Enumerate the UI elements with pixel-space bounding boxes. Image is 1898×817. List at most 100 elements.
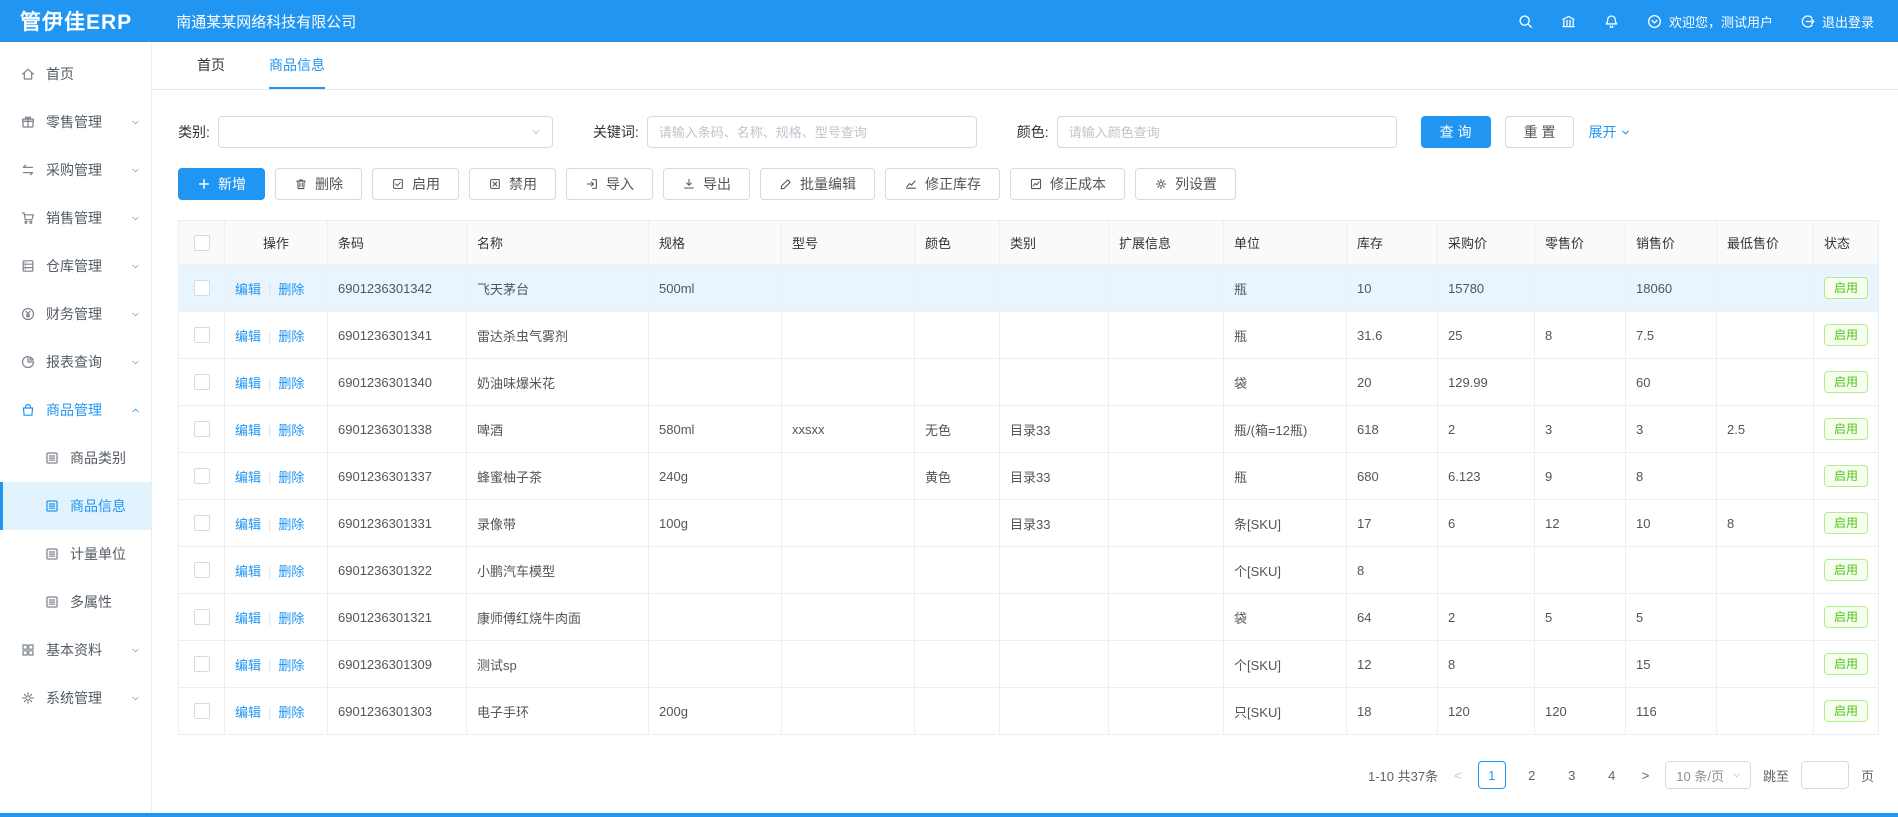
- reset-button[interactable]: 重 置: [1505, 116, 1575, 148]
- cell-stock: 12: [1347, 641, 1438, 688]
- color-input[interactable]: [1058, 117, 1396, 147]
- delete-link[interactable]: 删除: [278, 282, 304, 297]
- toolbar-button-导入[interactable]: 导入: [566, 168, 653, 200]
- sidebar-item-仓库管理[interactable]: 仓库管理: [0, 242, 151, 290]
- page-button-2[interactable]: 2: [1518, 761, 1546, 789]
- search-button[interactable]: 查 询: [1421, 116, 1491, 148]
- tab-首页[interactable]: 首页: [197, 42, 225, 89]
- logout-button[interactable]: 退出登录: [1799, 12, 1874, 31]
- sidebar-item-财务管理[interactable]: 财务管理: [0, 290, 151, 338]
- sidebar-item-多属性[interactable]: 多属性: [0, 578, 151, 626]
- status-badge[interactable]: 启用: [1824, 277, 1868, 299]
- row-checkbox[interactable]: [194, 515, 210, 531]
- sidebar-item-首页[interactable]: 首页: [0, 50, 151, 98]
- status-badge[interactable]: 启用: [1824, 559, 1868, 581]
- tab-商品信息[interactable]: 商品信息: [269, 42, 325, 89]
- toolbar-button-修正成本[interactable]: 修正成本: [1010, 168, 1125, 200]
- delete-link[interactable]: 删除: [278, 517, 304, 532]
- next-page-button[interactable]: >: [1638, 768, 1654, 783]
- toolbar-button-禁用[interactable]: 禁用: [469, 168, 556, 200]
- row-checkbox[interactable]: [194, 562, 210, 578]
- select-all-checkbox[interactable]: [194, 235, 210, 251]
- row-checkbox[interactable]: [194, 703, 210, 719]
- action-separator: |: [268, 282, 271, 297]
- page-button-1[interactable]: 1: [1478, 761, 1506, 789]
- toolbar-button-批量编辑[interactable]: 批量编辑: [760, 168, 875, 200]
- status-badge[interactable]: 启用: [1824, 465, 1868, 487]
- edit-link[interactable]: 编辑: [235, 376, 261, 391]
- edit-link[interactable]: 编辑: [235, 705, 261, 720]
- jump-to-input[interactable]: [1801, 761, 1849, 789]
- delete-link[interactable]: 删除: [278, 423, 304, 438]
- row-checkbox[interactable]: [194, 421, 210, 437]
- page-button-3[interactable]: 3: [1558, 761, 1586, 789]
- edit-link[interactable]: 编辑: [235, 282, 261, 297]
- page-button-4[interactable]: 4: [1598, 761, 1626, 789]
- delete-link[interactable]: 删除: [278, 564, 304, 579]
- delete-link[interactable]: 删除: [278, 611, 304, 626]
- edit-link[interactable]: 编辑: [235, 564, 261, 579]
- keyword-input[interactable]: [648, 117, 976, 147]
- sidebar-item-计量单位[interactable]: 计量单位: [0, 530, 151, 578]
- status-badge[interactable]: 启用: [1824, 606, 1868, 628]
- bank-icon[interactable]: [1560, 13, 1577, 30]
- edit-link[interactable]: 编辑: [235, 423, 261, 438]
- delete-link[interactable]: 删除: [278, 658, 304, 673]
- row-checkbox[interactable]: [194, 280, 210, 296]
- status-badge[interactable]: 启用: [1824, 418, 1868, 440]
- action-separator: |: [268, 329, 271, 344]
- expand-link[interactable]: 展开: [1588, 122, 1631, 142]
- edit-link[interactable]: 编辑: [235, 611, 261, 626]
- toolbar: 新增删除启用禁用导入导出批量编辑修正库存修正成本列设置: [178, 168, 1878, 200]
- edit-link[interactable]: 编辑: [235, 470, 261, 485]
- sidebar-item-采购管理[interactable]: 采购管理: [0, 146, 151, 194]
- toolbar-button-修正库存[interactable]: 修正库存: [885, 168, 1000, 200]
- sidebar-item-零售管理[interactable]: 零售管理: [0, 98, 151, 146]
- search-icon[interactable]: [1517, 13, 1534, 30]
- row-checkbox[interactable]: [194, 327, 210, 343]
- sidebar-item-商品类别[interactable]: 商品类别: [0, 434, 151, 482]
- row-checkbox[interactable]: [194, 374, 210, 390]
- sidebar-item-label: 财务管理: [46, 304, 102, 324]
- welcome-user[interactable]: 欢迎您，测试用户: [1646, 12, 1773, 31]
- row-checkbox[interactable]: [194, 656, 210, 672]
- sidebar-item-商品管理[interactable]: 商品管理: [0, 386, 151, 434]
- sidebar-item-label: 采购管理: [46, 160, 102, 180]
- bell-icon[interactable]: [1603, 13, 1620, 30]
- sidebar-item-报表查询[interactable]: 报表查询: [0, 338, 151, 386]
- sidebar-item-销售管理[interactable]: 销售管理: [0, 194, 151, 242]
- cell-spec: 100g: [649, 500, 782, 547]
- delete-link[interactable]: 删除: [278, 470, 304, 485]
- row-checkbox[interactable]: [194, 468, 210, 484]
- edit-link[interactable]: 编辑: [235, 658, 261, 673]
- toolbar-button-新增[interactable]: 新增: [178, 168, 265, 200]
- sidebar-item-系统管理[interactable]: 系统管理: [0, 674, 151, 722]
- edit-link[interactable]: 编辑: [235, 517, 261, 532]
- sidebar-item-基本资料[interactable]: 基本资料: [0, 626, 151, 674]
- cell-ext: [1109, 406, 1224, 453]
- delete-link[interactable]: 删除: [278, 329, 304, 344]
- status-badge[interactable]: 启用: [1824, 653, 1868, 675]
- toolbar-button-删除[interactable]: 删除: [275, 168, 362, 200]
- chart-box-icon: [1029, 177, 1043, 191]
- cell-purchase: 6: [1438, 500, 1535, 547]
- status-badge[interactable]: 启用: [1824, 700, 1868, 722]
- status-badge[interactable]: 启用: [1824, 512, 1868, 534]
- toolbar-button-启用[interactable]: 启用: [372, 168, 459, 200]
- delete-link[interactable]: 删除: [278, 376, 304, 391]
- sidebar-item-label: 销售管理: [46, 208, 102, 228]
- edit-link[interactable]: 编辑: [235, 329, 261, 344]
- toolbar-button-列设置[interactable]: 列设置: [1135, 168, 1236, 200]
- prev-page-button[interactable]: <: [1450, 768, 1466, 783]
- chev-down-icon: [1731, 770, 1742, 781]
- cell-spec: [649, 594, 782, 641]
- status-badge[interactable]: 启用: [1824, 371, 1868, 393]
- sidebar-item-商品信息[interactable]: 商品信息: [0, 482, 151, 530]
- status-badge[interactable]: 启用: [1824, 324, 1868, 346]
- page-size-select[interactable]: 10 条/页: [1665, 761, 1751, 789]
- toolbar-button-导出[interactable]: 导出: [663, 168, 750, 200]
- row-checkbox[interactable]: [194, 609, 210, 625]
- action-separator: |: [268, 705, 271, 720]
- delete-link[interactable]: 删除: [278, 705, 304, 720]
- category-select[interactable]: [218, 116, 553, 148]
